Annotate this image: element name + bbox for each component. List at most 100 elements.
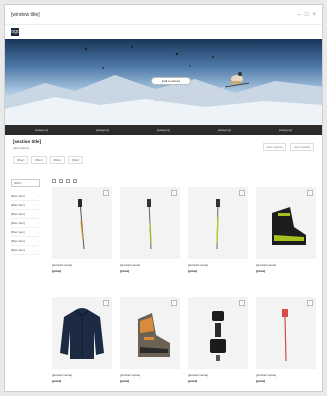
chevron-icon: › [39, 194, 40, 198]
favorite-icon[interactable]: ♡ [103, 190, 109, 196]
product-price: [price] [256, 269, 266, 273]
ski-pole-icon [147, 199, 152, 250]
chevron-icon: › [39, 230, 40, 234]
filter-sidebar: [filter] [filter item] › [filter item] › [… [5, 175, 44, 391]
filter-item[interactable]: [filter item] › [11, 210, 40, 219]
filter-chip[interactable]: [filter] [31, 156, 47, 164]
product-card[interactable]: ♡ [product name] [price] [256, 297, 316, 391]
product-price: [price] [120, 379, 130, 383]
product-name[interactable]: [product name] [120, 373, 180, 377]
filter-item-label: [filter item] [11, 203, 25, 207]
favorite-icon[interactable]: ♡ [171, 190, 177, 196]
sort-controls: [sort option] [sort option] [262, 143, 314, 151]
chevron-icon: › [39, 248, 40, 252]
favorite-icon[interactable]: ♡ [171, 300, 177, 306]
title-bar: [window title] – □ × [5, 5, 322, 25]
filter-item[interactable]: [filter item] › [11, 192, 40, 201]
filter-item-label: [filter item] [11, 194, 25, 198]
filter-item-label: [filter item] [11, 230, 25, 234]
grid-view-icon[interactable] [52, 179, 56, 183]
favorite-icon[interactable]: ♡ [239, 190, 245, 196]
maximize-icon[interactable]: □ [305, 12, 309, 18]
product-image[interactable]: ♡ [120, 297, 180, 369]
product-name[interactable]: [product name] [52, 373, 112, 377]
product-price: [price] [188, 379, 198, 383]
product-name[interactable]: [product name] [256, 373, 316, 377]
filter-item[interactable]: [filter item] › [11, 201, 40, 210]
sort-button[interactable]: [sort option] [290, 143, 314, 151]
product-image[interactable]: ♡ [256, 297, 316, 369]
product-name[interactable]: [product name] [120, 263, 180, 267]
product-name[interactable]: [product name] [188, 263, 248, 267]
product-image[interactable]: ♡ [188, 187, 248, 259]
filter-chip[interactable]: [filter] [13, 156, 29, 164]
product-card[interactable]: ♡ [product name] [price] [52, 187, 112, 291]
chevron-icon: › [39, 239, 40, 243]
product-card[interactable]: ♡ [product name] [price] [188, 187, 248, 291]
hero-cta-button[interactable]: [call to action] [151, 77, 191, 85]
filter-chip[interactable]: [filter] [68, 156, 84, 164]
listing-body: [filter] [filter item] › [filter item] › [… [5, 175, 322, 391]
binding-icon [210, 311, 226, 361]
product-name[interactable]: [product name] [256, 263, 316, 267]
page-description: [description] [13, 146, 30, 150]
product-card[interactable]: ♡ [product name] [price] [120, 297, 180, 391]
favorite-icon[interactable]: ♡ [239, 300, 245, 306]
skier-figure [224, 72, 250, 88]
product-image[interactable]: ♡ [52, 297, 112, 369]
list-view-icon[interactable] [73, 179, 77, 183]
favorite-icon[interactable]: ♡ [307, 300, 313, 306]
product-image[interactable]: ♡ [52, 187, 112, 259]
window-title: [window title] [11, 11, 40, 18]
filter-item-label: [filter item] [11, 212, 25, 216]
flying-debris [84, 46, 214, 69]
category-nav-item[interactable]: [category] [157, 128, 170, 132]
product-grid: ♡ [product name] [price] ♡ [product name… [52, 187, 316, 391]
product-image[interactable]: ♡ [120, 187, 180, 259]
product-image[interactable]: ♡ [256, 187, 316, 259]
filter-item-label: [filter item] [11, 239, 25, 243]
ski-pole-icon [216, 199, 220, 250]
category-nav-item[interactable]: [category] [279, 128, 292, 132]
listing-info: [section title] [description] [filter] [… [5, 135, 322, 175]
filter-item[interactable]: [filter item] › [11, 219, 40, 228]
filter-select[interactable]: [filter] [11, 179, 40, 187]
product-card[interactable]: ♡ [product name] [price] [256, 187, 316, 291]
product-name[interactable]: [product name] [188, 373, 248, 377]
product-price: [price] [52, 269, 62, 273]
ski-pole-icon [78, 199, 85, 250]
logo-text: [logo] [8, 29, 22, 35]
favorite-icon[interactable]: ♡ [307, 190, 313, 196]
ski-pole-icon [282, 309, 288, 362]
browser-window: [window title] – □ × [logo] [call to act… [4, 4, 323, 392]
filter-item[interactable]: [filter item] › [11, 246, 40, 255]
filter-chips: [filter] [filter] [filter] [filter] [13, 156, 314, 164]
filter-chip[interactable]: [filter] [49, 156, 66, 164]
category-nav-item[interactable]: [category] [96, 128, 109, 132]
site-header: [logo] [5, 25, 322, 39]
minimize-icon[interactable]: – [298, 12, 301, 18]
category-nav-item[interactable]: [category] [35, 128, 48, 132]
hoodie-icon [60, 308, 104, 359]
category-nav-item[interactable]: [category] [218, 128, 231, 132]
view-toggle [52, 175, 316, 187]
product-card[interactable]: ♡ [product name] [price] [52, 297, 112, 391]
hero-banner: [call to action] [5, 39, 322, 125]
sort-button[interactable]: [sort option] [262, 143, 287, 151]
product-card[interactable]: ♡ [product name] [price] [188, 297, 248, 391]
chevron-icon: › [39, 203, 40, 207]
ski-boot-icon [272, 207, 306, 245]
list-view-icon[interactable] [66, 179, 70, 183]
product-card[interactable]: ♡ [product name] [price] [120, 187, 180, 291]
grid-view-icon[interactable] [59, 179, 63, 183]
chevron-icon: › [39, 212, 40, 216]
filter-item[interactable]: [filter item] › [11, 237, 40, 246]
filter-item-label: [filter item] [11, 221, 25, 225]
product-image[interactable]: ♡ [188, 297, 248, 369]
filter-item[interactable]: [filter item] › [11, 228, 40, 237]
brand-logo[interactable]: [logo] [8, 28, 22, 36]
product-name[interactable]: [product name] [52, 263, 112, 267]
favorite-icon[interactable]: ♡ [103, 300, 109, 306]
product-price: [price] [120, 269, 130, 273]
close-icon[interactable]: × [312, 12, 316, 18]
